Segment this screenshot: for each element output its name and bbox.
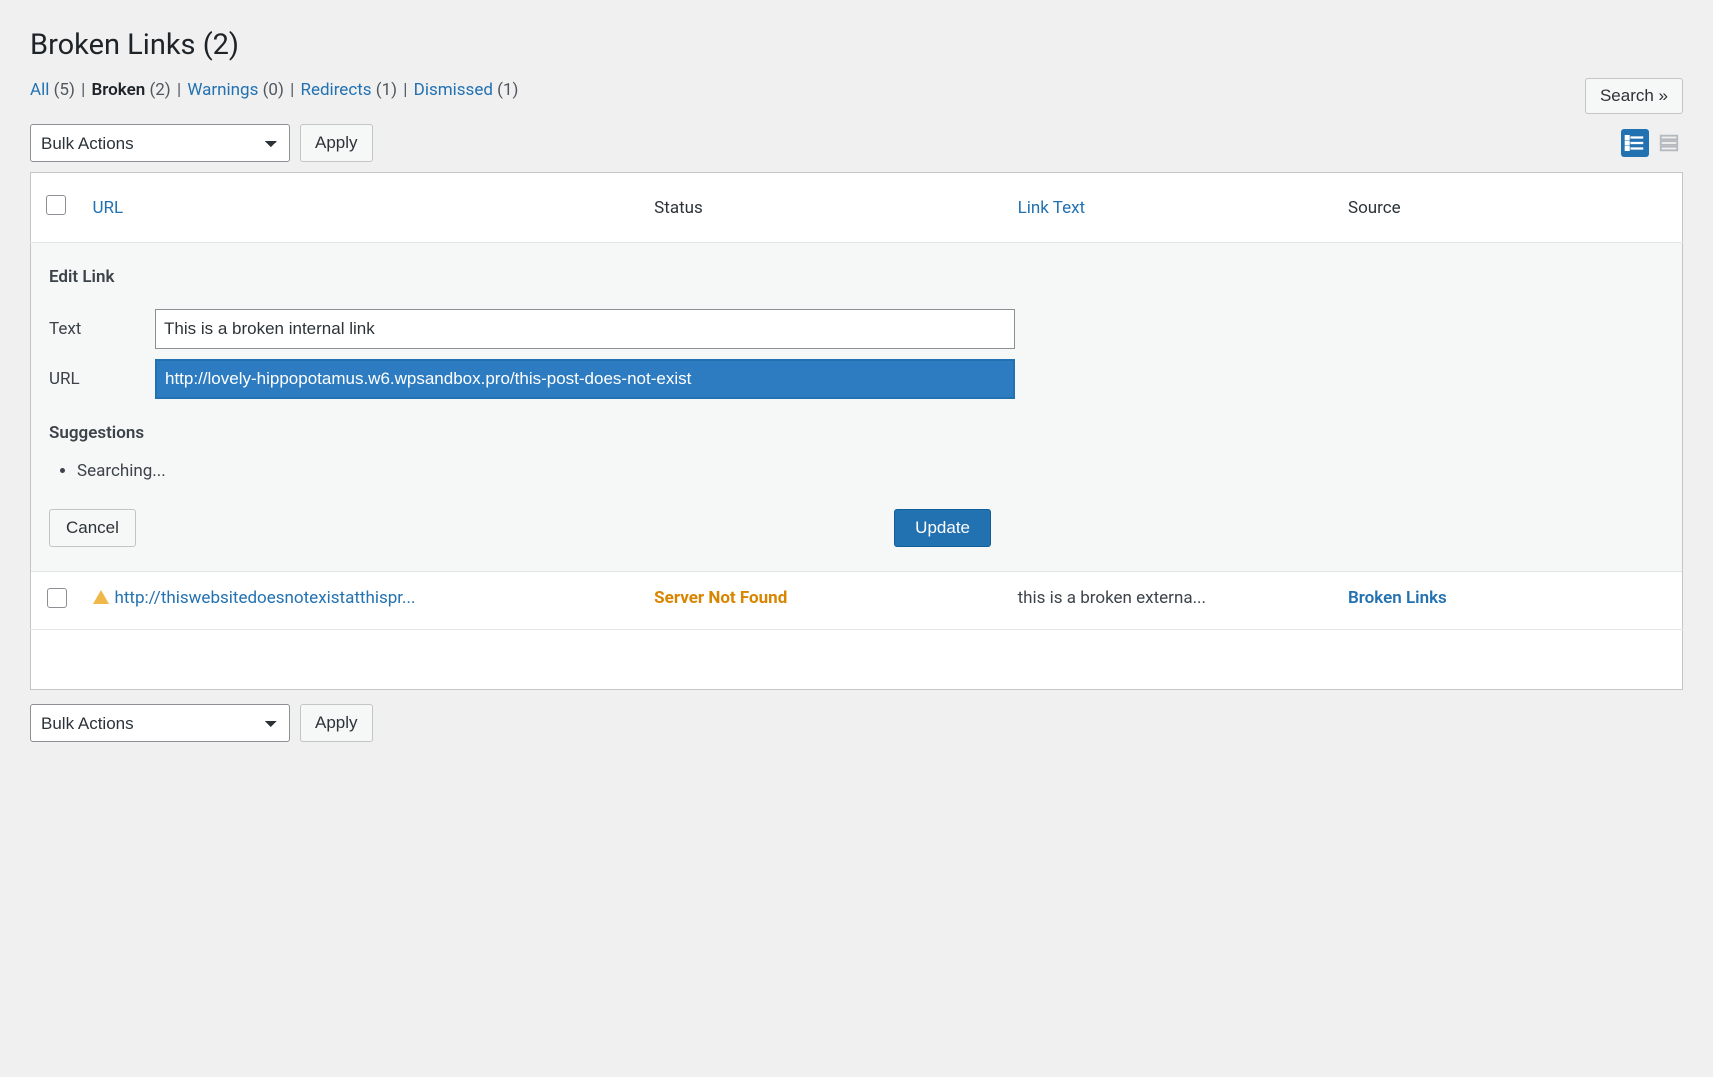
filter-broken[interactable]: Broken bbox=[91, 80, 145, 100]
row-status: Server Not Found bbox=[654, 588, 787, 608]
edit-url-label: URL bbox=[49, 369, 155, 389]
filter-dismissed[interactable]: Dismissed bbox=[414, 80, 493, 100]
filter-links: All (5) | Broken (2) | Warnings (0) | Re… bbox=[30, 80, 518, 100]
bulk-actions-select-bottom[interactable]: Bulk Actions bbox=[30, 704, 290, 742]
apply-button-bottom[interactable]: Apply bbox=[300, 704, 373, 742]
page-title: Broken Links (2) bbox=[30, 28, 1683, 62]
row-source-link[interactable]: Broken Links bbox=[1348, 588, 1447, 608]
edit-text-input[interactable] bbox=[155, 309, 1015, 349]
edit-link-heading: Edit Link bbox=[49, 267, 1664, 287]
row-link-text: this is a broken externa... bbox=[1006, 572, 1336, 630]
suggestions-searching: Searching... bbox=[77, 461, 1664, 481]
row-url-link[interactable]: http://thiswebsitedoesnotexistatthispr..… bbox=[115, 588, 416, 608]
update-button[interactable]: Update bbox=[894, 509, 991, 547]
filter-broken-count: (2) bbox=[149, 80, 170, 100]
column-link-text[interactable]: Link Text bbox=[1018, 198, 1086, 218]
row-checkbox[interactable] bbox=[47, 588, 67, 608]
filter-all[interactable]: All bbox=[30, 80, 49, 100]
excerpt-view-icon[interactable] bbox=[1655, 129, 1683, 157]
edit-text-label: Text bbox=[49, 319, 155, 339]
cancel-button[interactable]: Cancel bbox=[49, 509, 136, 547]
apply-button-top[interactable]: Apply bbox=[300, 124, 373, 162]
column-url[interactable]: URL bbox=[93, 198, 124, 218]
filter-warnings[interactable]: Warnings bbox=[187, 80, 258, 100]
filter-redirects[interactable]: Redirects bbox=[300, 80, 371, 100]
column-status: Status bbox=[642, 173, 1005, 243]
list-view-icon[interactable] bbox=[1621, 129, 1649, 157]
filter-all-count: (5) bbox=[54, 80, 75, 100]
column-source: Source bbox=[1336, 173, 1683, 243]
edit-url-input[interactable] bbox=[155, 359, 1015, 399]
warning-icon bbox=[93, 590, 109, 604]
edit-link-panel: Edit Link Text URL Suggestions Searching… bbox=[31, 243, 1682, 572]
table-row: http://thiswebsitedoesnotexistatthispr..… bbox=[31, 572, 1683, 630]
select-all-checkbox[interactable] bbox=[46, 195, 66, 215]
search-button[interactable]: Search » bbox=[1585, 78, 1683, 114]
bulk-actions-select-top[interactable]: Bulk Actions bbox=[30, 124, 290, 162]
suggestions-heading: Suggestions bbox=[49, 423, 1664, 443]
filter-dismissed-count: (1) bbox=[497, 80, 518, 100]
filter-redirects-count: (1) bbox=[376, 80, 397, 100]
filter-warnings-count: (0) bbox=[263, 80, 284, 100]
